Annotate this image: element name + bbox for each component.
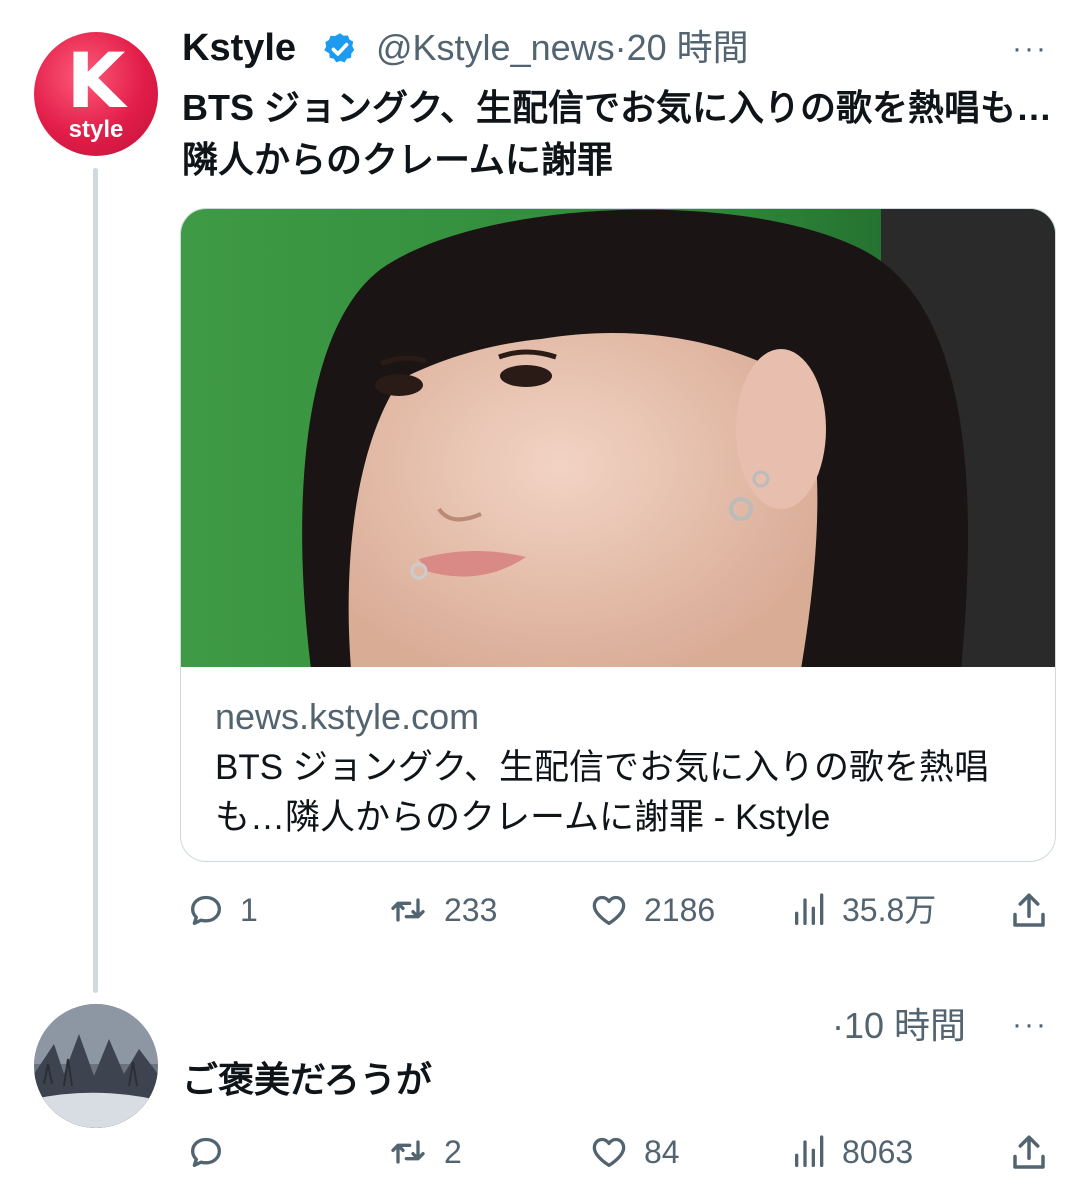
- reply-icon: [191, 895, 221, 925]
- reply-time[interactable]: ·10 時間: [832, 1002, 966, 1050]
- reply-retweet-count: 2: [444, 1134, 462, 1170]
- reply-avatar[interactable]: [34, 1004, 158, 1128]
- reply-avatar-image: [34, 1004, 158, 1128]
- author-name[interactable]: Kstyle: [182, 24, 296, 72]
- author-handle-and-time[interactable]: @Kstyle_news·20 時間: [376, 24, 749, 72]
- reply-views-count: 8063: [842, 1134, 914, 1170]
- author-handle[interactable]: @Kstyle_news: [376, 27, 615, 68]
- views-button[interactable]: 35.8万: [790, 890, 936, 930]
- kstyle-avatar[interactable]: K style: [34, 32, 158, 156]
- share-icon: [1013, 1135, 1045, 1169]
- retweet-icon: [391, 1140, 425, 1164]
- retweet-icon: [391, 898, 425, 922]
- views-count: 35.8万: [842, 892, 937, 928]
- share-button[interactable]: [1008, 890, 1050, 932]
- heart-icon: [592, 895, 626, 925]
- tweet-text: BTS ジョングク、生配信でお気に入りの歌を熱唱も…隣人からのクレームに謝罪: [182, 87, 1053, 180]
- retweet-count: 233: [444, 892, 498, 928]
- reply-icon: [191, 1137, 221, 1167]
- tweet-time[interactable]: ·20 時間: [615, 27, 749, 68]
- views-icon: [795, 893, 824, 925]
- reply-reply-button[interactable]: [184, 1132, 240, 1172]
- avatar-sub: style: [68, 116, 124, 143]
- views-icon: [795, 1135, 824, 1167]
- card-image: [181, 209, 1055, 667]
- card-domain[interactable]: news.kstyle.com: [215, 695, 479, 739]
- reply-like-count: 84: [644, 1134, 680, 1170]
- share-icon: [1013, 893, 1045, 927]
- more-options-button[interactable]: ···: [1012, 34, 1048, 64]
- reply-like-button[interactable]: 84: [586, 1132, 680, 1172]
- like-count: 2186: [644, 892, 716, 928]
- verified-badge-icon: [324, 33, 355, 63]
- reply-retweet-button[interactable]: 2: [384, 1132, 462, 1172]
- thread-line: [93, 168, 98, 993]
- reply-text: ご褒美だろうが: [182, 1059, 432, 1100]
- reply-share-button[interactable]: [1008, 1132, 1050, 1174]
- link-card[interactable]: news.kstyle.com BTS ジョングク、生配信でお気に入りの歌を熱唱…: [180, 208, 1056, 862]
- like-button[interactable]: 2186: [586, 890, 715, 930]
- heart-icon: [592, 1137, 626, 1167]
- card-title[interactable]: BTS ジョングク、生配信でお気に入りの歌を熱唱も…隣人からのクレームに謝罪 -…: [215, 743, 1035, 843]
- retweet-button[interactable]: 233: [384, 890, 497, 930]
- avatar-letter: K: [66, 36, 126, 125]
- reply-more-options-button[interactable]: ···: [1012, 1010, 1048, 1040]
- reply-button[interactable]: 1: [184, 890, 258, 930]
- reply-count: 1: [240, 892, 258, 928]
- reply-views-button[interactable]: 8063: [790, 1132, 913, 1172]
